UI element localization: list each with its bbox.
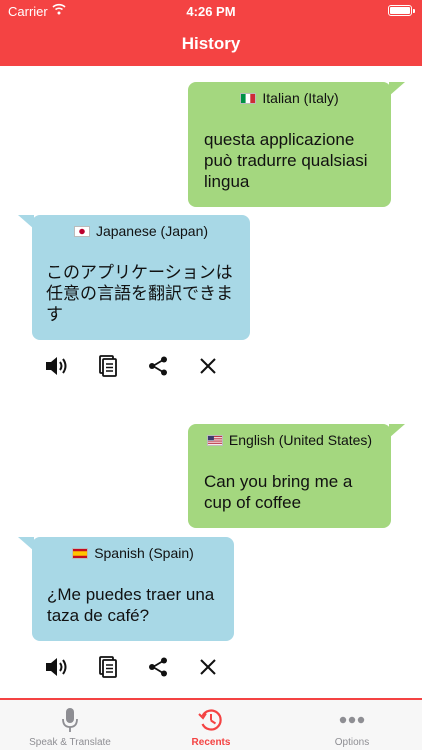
speaker-icon xyxy=(46,357,67,375)
tab-recents[interactable]: Recents xyxy=(141,700,281,750)
language-name: Italian (Italy) xyxy=(262,90,339,106)
language-name: English (United States) xyxy=(228,432,373,448)
status-bar: Carrier 4:26 PM xyxy=(0,0,422,22)
speaker-icon xyxy=(46,658,67,676)
more-icon xyxy=(339,716,365,724)
source-bubble[interactable]: English (United States) Can you bring me… xyxy=(188,424,405,528)
bubble-tail xyxy=(389,424,405,438)
tab-bar: Speak & Translate Recents Options xyxy=(0,698,422,750)
japan-flag-icon xyxy=(73,226,90,237)
translation-text: このアプリケーションは任意の言語を翻訳できます xyxy=(46,263,233,324)
copy-button[interactable] xyxy=(93,652,123,682)
tab-speak-translate[interactable]: Speak & Translate xyxy=(0,700,140,750)
page-title: History xyxy=(181,34,241,53)
share-button[interactable] xyxy=(143,351,173,381)
source-bubble[interactable]: Italian (Italy) questa applicazione può … xyxy=(188,82,405,207)
translation-text: ¿Me puedes traer una taza de café? xyxy=(47,585,215,625)
share-button[interactable] xyxy=(143,652,173,682)
language-label: Japanese (Japan) xyxy=(32,223,250,239)
copy-icon xyxy=(99,355,117,377)
spain-flag-icon xyxy=(72,548,89,559)
translation-bubble[interactable]: Japanese (Japan) このアプリケーションは任意の言語を翻訳できます xyxy=(18,215,250,340)
copy-icon xyxy=(99,656,117,678)
close-icon xyxy=(200,358,216,374)
translation-actions xyxy=(0,351,260,381)
italy-flag-icon xyxy=(240,93,257,104)
battery-icon xyxy=(388,5,415,16)
status-time: 4:26 PM xyxy=(186,4,236,19)
copy-button[interactable] xyxy=(93,351,123,381)
language-label: Spanish (Spain) xyxy=(32,545,234,561)
language-label: English (United States) xyxy=(188,432,391,448)
translation-actions xyxy=(0,652,260,682)
speak-button[interactable] xyxy=(41,351,71,381)
nav-header: Carrier 4:26 PM History xyxy=(0,0,422,66)
tab-label: Speak & Translate xyxy=(29,737,111,748)
share-icon xyxy=(149,356,167,376)
source-text: Can you bring me a cup of coffee xyxy=(204,472,353,512)
tab-label: Recents xyxy=(191,737,231,748)
speak-button[interactable] xyxy=(41,652,71,682)
share-icon xyxy=(149,657,167,677)
history-icon xyxy=(198,709,222,731)
bubble-tail xyxy=(389,82,405,96)
close-icon xyxy=(200,659,216,675)
language-label: Italian (Italy) xyxy=(188,90,391,106)
tab-options[interactable]: Options xyxy=(282,700,422,750)
language-name: Spanish (Spain) xyxy=(94,545,194,561)
tab-label: Options xyxy=(334,737,370,748)
delete-button[interactable] xyxy=(193,351,223,381)
translation-bubble[interactable]: Spanish (Spain) ¿Me puedes traer una taz… xyxy=(18,537,234,641)
language-name: Japanese (Japan) xyxy=(95,223,209,239)
us-flag-icon xyxy=(206,435,223,446)
delete-button[interactable] xyxy=(193,652,223,682)
microphone-icon xyxy=(62,708,78,732)
source-text: questa applicazione può tradurre qualsia… xyxy=(204,130,368,191)
